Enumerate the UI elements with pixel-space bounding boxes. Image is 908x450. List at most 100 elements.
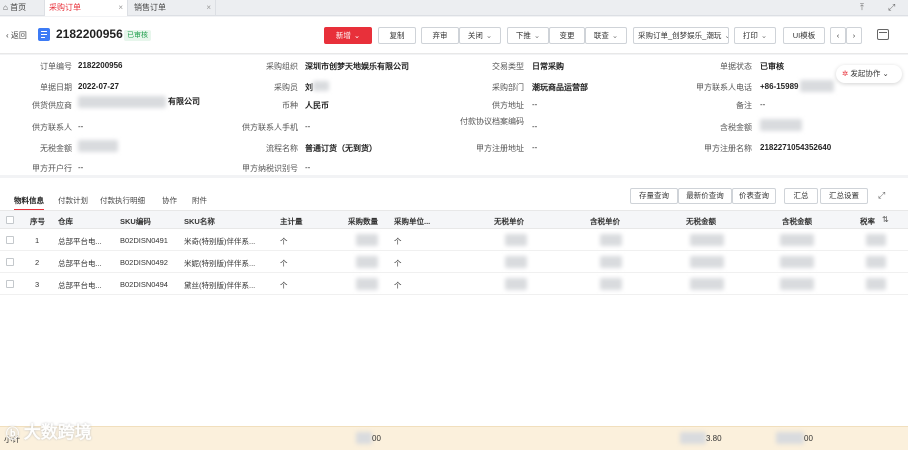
summary-button[interactable]: 汇总 <box>784 188 818 204</box>
template-select[interactable]: 采购订单_创梦娱乐_潮玩⌄ <box>633 27 729 44</box>
field-value: -- <box>532 100 538 109</box>
field-label: 甲方纳税识别号 <box>242 164 298 173</box>
column-header[interactable]: 采购单位... <box>394 216 430 227</box>
watermark-icon: ⓑ <box>6 426 20 441</box>
fullscreen-icon[interactable]: ⤢ <box>888 2 895 13</box>
cell-seq: 1 <box>35 236 40 245</box>
field-label: 币种 <box>282 101 298 110</box>
field-label: 交易类型 <box>492 62 524 71</box>
tab-collaboration[interactable]: 协作 <box>162 195 177 206</box>
tab-payment-plan[interactable]: 付款计划 <box>58 195 88 206</box>
column-header[interactable]: 税率 <box>860 216 875 227</box>
pin-up-icon[interactable]: ⤒ <box>860 2 864 13</box>
column-settings-icon[interactable]: ⇅ <box>882 215 889 224</box>
ui-template-button[interactable]: UI模板 <box>783 27 825 44</box>
tab-sales-order[interactable]: 销售订单 × <box>128 0 216 16</box>
column-header[interactable]: 无税单价 <box>494 216 524 227</box>
row-checkbox[interactable] <box>6 280 14 288</box>
redacted-value <box>313 81 329 91</box>
back-button[interactable]: ‹ 返回 <box>6 30 27 41</box>
subtotal-row: 小计 00 3.80 00 <box>0 426 908 450</box>
redacted-value <box>866 256 886 268</box>
redacted-value <box>690 234 724 246</box>
select-all-checkbox[interactable] <box>6 216 14 224</box>
new-button[interactable]: 新增 ⌄ <box>324 27 372 44</box>
column-header[interactable]: 采购数量 <box>348 216 378 227</box>
order-header: ‹ 返回 2182200956 已审核 新增 ⌄ 复制 弃审 关闭 ⌄ 下推 ⌄ 变更… <box>0 17 908 54</box>
push-down-button[interactable]: 下推 ⌄ <box>507 27 549 44</box>
table-row[interactable]: 2 总部平台电... B02DISN0492 米妮(特别版)伴伴系... 个 个 <box>0 251 908 273</box>
cell-sku-code: B02DISN0494 <box>120 280 168 289</box>
table-row[interactable]: 1 总部平台电... B02DISN0491 米奇(特别版)伴伴系... 个 个 <box>0 229 908 251</box>
row-checkbox[interactable] <box>6 258 14 266</box>
column-header[interactable]: 无税金额 <box>686 216 716 227</box>
collab-icon: ✲ <box>842 69 849 78</box>
table-row[interactable]: 3 总部平台电... B02DISN0494 黛丝(特别版)伴伴系... 个 个 <box>0 273 908 295</box>
field-label: 供货供应商 <box>32 101 72 110</box>
calendar-icon[interactable] <box>877 29 889 40</box>
field-label: 供方联系人 <box>32 123 72 132</box>
tab-purchase-order[interactable]: 采购订单 × <box>44 0 128 16</box>
field-label: 甲方注册名称 <box>704 144 752 153</box>
field-value: -- <box>305 163 311 172</box>
cell-unit: 个 <box>280 259 288 268</box>
redacted-value <box>690 256 724 268</box>
summary-settings-button[interactable]: 汇总设置 <box>820 188 868 204</box>
abandon-review-button[interactable]: 弃审 <box>421 27 459 44</box>
linked-query-button[interactable]: 联查 ⌄ <box>585 27 627 44</box>
redacted-value <box>356 234 378 246</box>
tab-home[interactable]: ⌂ 首页 <box>0 0 44 16</box>
prev-record-button[interactable]: ‹ <box>830 27 846 44</box>
column-header[interactable]: 仓库 <box>58 216 73 227</box>
start-collab-button[interactable]: ✲ 发起协作 ⌄ <box>836 65 902 83</box>
print-button[interactable]: 打印 ⌄ <box>734 27 776 44</box>
column-header[interactable]: 含税单价 <box>590 216 620 227</box>
close-tab-icon[interactable]: × <box>206 0 211 16</box>
field-value: 2022-07-27 <box>78 82 119 91</box>
latest-price-query-button[interactable]: 最新价查询 <box>678 188 732 204</box>
next-record-button[interactable]: › <box>846 27 862 44</box>
redacted-value <box>505 278 527 290</box>
field-label: 流程名称 <box>266 144 298 153</box>
field-label: 付款协议档案编码 <box>460 117 524 126</box>
cell-warehouse: 总部平台电... <box>58 281 102 290</box>
tab-material-info[interactable]: 物料信息 <box>14 195 44 211</box>
tab-payment-execution[interactable]: 付款执行明细 <box>100 195 145 206</box>
chevron-down-icon: ⌄ <box>882 69 889 78</box>
stock-query-button[interactable]: 存量查询 <box>630 188 678 204</box>
field-value: -- <box>78 122 84 131</box>
field-label: 采购员 <box>274 83 298 92</box>
price-list-query-button[interactable]: 价表查询 <box>732 188 776 204</box>
field-value: -- <box>760 100 766 109</box>
field-label: 单据状态 <box>720 62 752 71</box>
column-header[interactable]: 序号 <box>30 216 45 227</box>
tab-attachments[interactable]: 附件 <box>192 195 207 206</box>
row-checkbox[interactable] <box>6 236 14 244</box>
change-button[interactable]: 变更 <box>549 27 585 44</box>
close-tab-icon[interactable]: × <box>118 0 123 16</box>
cell-sku-name: 米奇(特别版)伴伴系... <box>184 237 256 246</box>
redacted-value <box>690 278 724 290</box>
field-value: 有限公司 <box>168 97 200 106</box>
subtotal-qty: 00 <box>372 434 381 443</box>
expand-icon[interactable]: ⤢ <box>878 190 885 201</box>
copy-button[interactable]: 复制 <box>378 27 416 44</box>
redacted-value <box>760 119 802 131</box>
column-header[interactable]: 主计量 <box>280 216 303 227</box>
field-value: 已审核 <box>760 62 784 71</box>
cell-warehouse: 总部平台电... <box>58 259 102 268</box>
cell-sku-code: B02DISN0491 <box>120 236 168 245</box>
close-button[interactable]: 关闭 ⌄ <box>459 27 501 44</box>
column-header[interactable]: 含税金额 <box>782 216 812 227</box>
redacted-value <box>776 432 804 444</box>
field-label: 无税金额 <box>40 144 72 153</box>
field-label: 供方地址 <box>492 101 524 110</box>
chevron-down-icon: ⌄ <box>611 31 619 40</box>
field-label: 单据日期 <box>40 83 72 92</box>
cell-seq: 3 <box>35 280 40 289</box>
field-label: 采购组织 <box>266 62 298 71</box>
column-header[interactable]: SKU名称 <box>184 216 215 227</box>
detail-panel: 物料信息 付款计划 付款执行明细 协作 附件 存量查询 最新价查询 价表查询 汇… <box>0 178 908 450</box>
field-label: 备注 <box>736 101 752 110</box>
column-header[interactable]: SKU编码 <box>120 216 151 227</box>
